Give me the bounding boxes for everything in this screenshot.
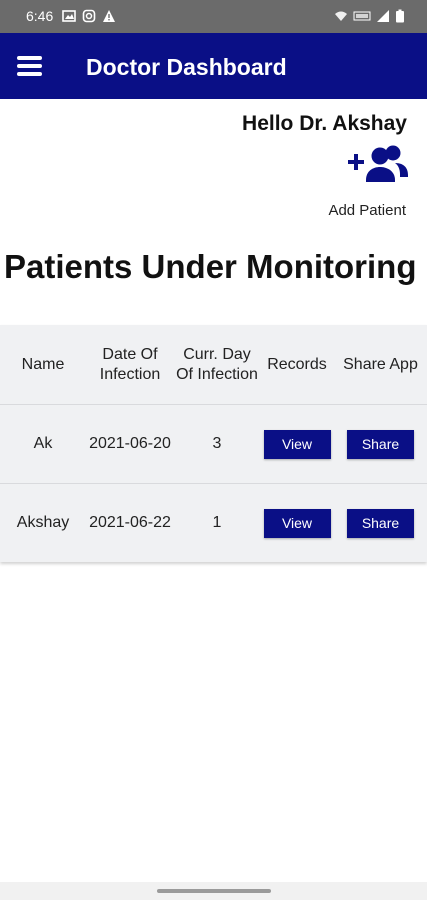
patient-infection-date: 2021-06-22 — [89, 514, 171, 531]
header-share-app: Share App — [343, 355, 418, 373]
volte-icon — [353, 11, 371, 21]
section-title: Patients Under Monitoring — [4, 248, 417, 285]
patients-table: Name Date Of Infection Curr. Day Of Infe… — [0, 325, 427, 562]
patient-name: Ak — [33, 435, 53, 452]
status-time: 6:46 — [26, 8, 54, 24]
wifi-icon — [335, 11, 347, 21]
view-records-button[interactable]: View — [263, 508, 331, 538]
status-left-icons — [62, 9, 116, 23]
add-patient-label: Add Patient — [328, 202, 406, 219]
image-icon — [62, 10, 76, 22]
header-date-of-infection: Date Of Infection — [99, 345, 161, 383]
header-name: Name — [21, 355, 65, 373]
battery-icon — [396, 9, 404, 23]
instagram-icon — [82, 9, 96, 23]
home-gesture-handle[interactable] — [157, 889, 271, 893]
patient-name: Akshay — [16, 514, 70, 531]
add-patient-button[interactable]: Add Patient — [313, 144, 413, 224]
table-row: Ak 2021-06-20 3 View Share — [0, 405, 427, 484]
patient-current-day: 3 — [212, 435, 222, 452]
header-current-day: Curr. Day Of Infection — [176, 345, 258, 383]
menu-icon[interactable] — [14, 51, 46, 81]
status-bar: 6:46 — [0, 0, 427, 33]
table-row: Akshay 2021-06-22 1 View Share — [0, 484, 427, 562]
greeting-text: Hello Dr. Akshay — [242, 112, 407, 135]
share-app-button[interactable]: Share — [347, 508, 414, 538]
warning-icon — [103, 10, 115, 22]
patient-current-day: 1 — [212, 514, 222, 531]
app-title: Doctor Dashboard — [86, 54, 287, 80]
add-group-icon — [348, 145, 408, 182]
share-app-button[interactable]: Share — [347, 429, 414, 459]
view-records-button[interactable]: View — [263, 429, 331, 459]
system-nav-bar — [0, 882, 427, 900]
status-right-icons — [334, 9, 405, 23]
header-records: Records — [267, 355, 327, 373]
table-header-row: Name Date Of Infection Curr. Day Of Infe… — [0, 325, 427, 405]
app-bar: Doctor Dashboard — [0, 33, 427, 99]
signal-icon — [377, 10, 389, 22]
patient-infection-date: 2021-06-20 — [89, 435, 171, 452]
